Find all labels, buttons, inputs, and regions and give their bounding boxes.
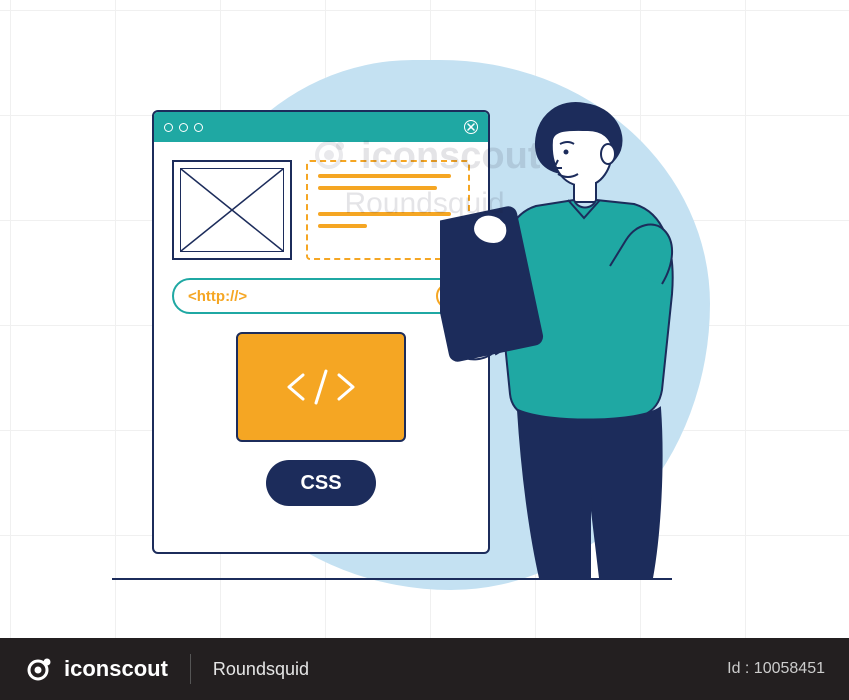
window-dot bbox=[194, 123, 203, 132]
window-dot bbox=[164, 123, 173, 132]
window-dot bbox=[179, 123, 188, 132]
url-bar: <http://> bbox=[172, 278, 470, 314]
brand-logo-icon bbox=[24, 654, 54, 684]
footer-image-id: Id : 10058451 bbox=[727, 660, 825, 678]
footer-divider bbox=[190, 654, 191, 684]
url-text: <http://> bbox=[188, 288, 247, 305]
code-icon bbox=[281, 363, 361, 411]
code-card bbox=[236, 332, 406, 442]
footer-brand-text: iconscout bbox=[64, 656, 168, 682]
footer-author: Roundsquid bbox=[213, 659, 309, 680]
wireframe-box-icon bbox=[172, 160, 292, 260]
footer-brand: iconscout bbox=[24, 654, 168, 684]
mockup-titlebar bbox=[154, 112, 488, 142]
css-label: CSS bbox=[300, 472, 341, 495]
footer-bar: iconscout Roundsquid Id : 10058451 bbox=[0, 638, 849, 700]
person-illustration bbox=[440, 94, 720, 580]
illustration-canvas: <http://> CSS bbox=[0, 0, 849, 700]
css-badge: CSS bbox=[266, 460, 376, 506]
